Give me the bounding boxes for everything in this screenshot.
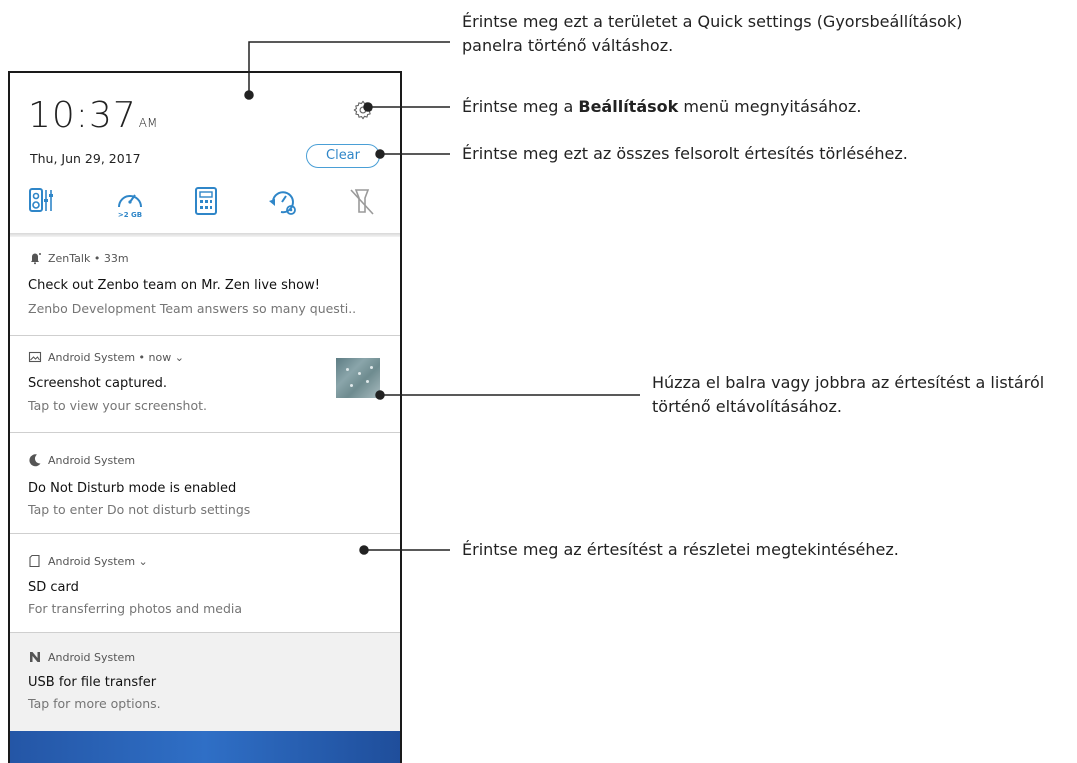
- callout-settings-post: menü megnyitásához.: [678, 97, 862, 116]
- callout-settings-pre: Érintse meg a: [462, 97, 579, 116]
- callout-quick-settings-line1: Érintse meg ezt a területet a Quick sett…: [462, 12, 963, 31]
- callout-dot-quick-settings: [244, 90, 254, 100]
- callout-clear: Érintse meg ezt az összes felsorolt érte…: [462, 144, 908, 163]
- callout-quick-settings: Érintse meg ezt a területet a Quick sett…: [462, 10, 962, 58]
- callout-details: Érintse meg az értesítést a részletei me…: [462, 540, 899, 559]
- callout-settings-bold: Beállítások: [578, 97, 679, 116]
- callout-settings: Érintse meg a Beállítások menü megnyitás…: [462, 95, 861, 119]
- callout-swipe-line2: történő eltávolításához.: [652, 397, 842, 416]
- callout-swipe: Húzza el balra vagy jobbra az értesítést…: [652, 371, 1044, 419]
- callout-line-quick-settings: [248, 41, 450, 95]
- callout-dot-details: [359, 545, 369, 555]
- callout-quick-settings-line2: panelra történő váltáshoz.: [462, 36, 674, 55]
- callout-dot-settings: [363, 102, 373, 112]
- callout-dot-clear: [375, 149, 385, 159]
- callout-dot-swipe: [375, 390, 385, 400]
- callout-swipe-line1: Húzza el balra vagy jobbra az értesítést…: [652, 373, 1045, 392]
